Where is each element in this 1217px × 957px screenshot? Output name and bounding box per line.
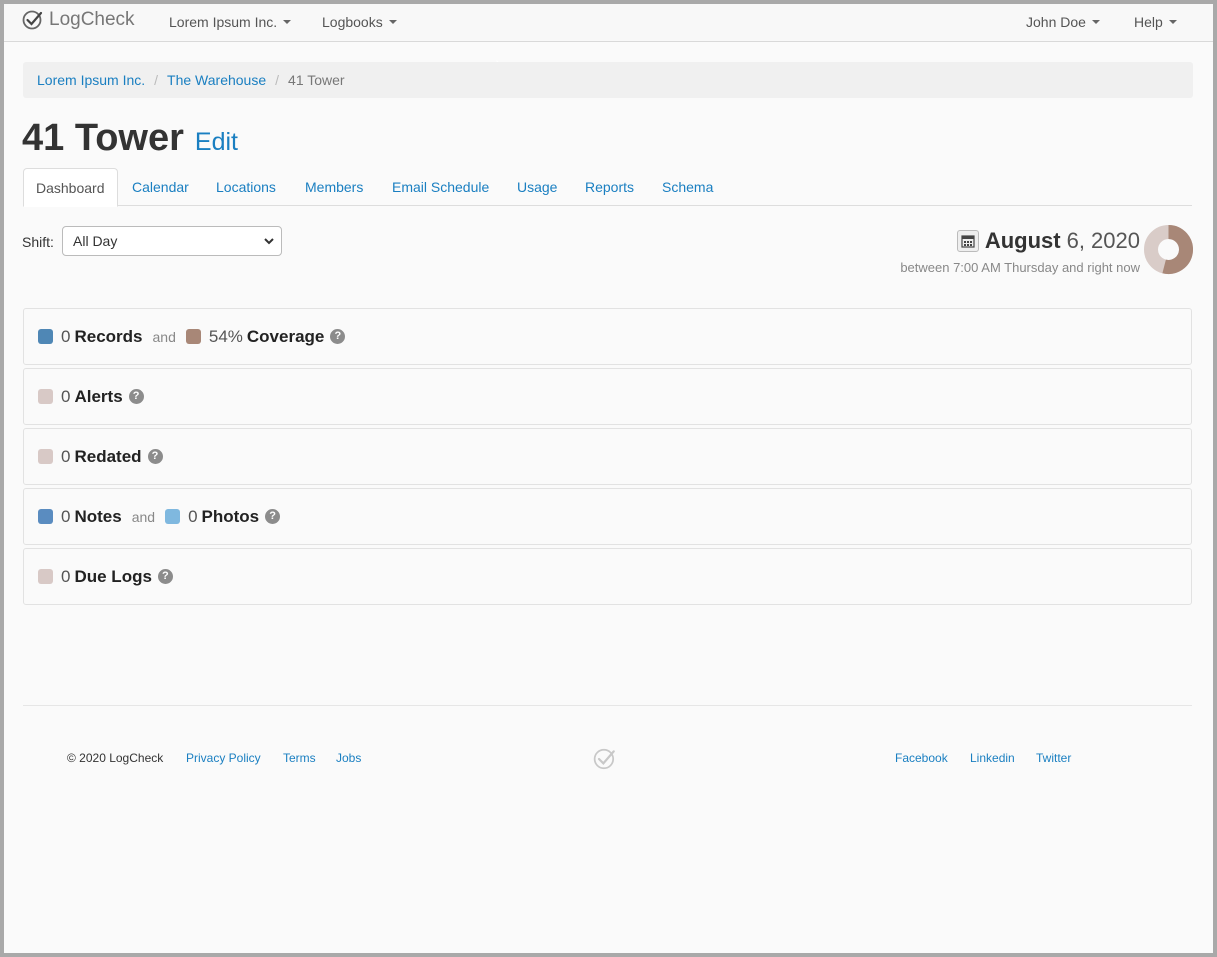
redated-swatch bbox=[38, 449, 53, 464]
coverage-value: 54% bbox=[208, 326, 243, 346]
shift-label: Shift: bbox=[22, 234, 54, 250]
redated-label: Redated bbox=[74, 446, 142, 466]
tab-usage[interactable]: Usage bbox=[505, 168, 569, 206]
shift-selected-value: All Day bbox=[73, 233, 118, 249]
and-text: and bbox=[152, 328, 176, 345]
coverage-label: Coverage bbox=[246, 326, 325, 346]
records-count: 0 bbox=[61, 326, 71, 346]
due-logs-label: Due Logs bbox=[74, 566, 152, 586]
coverage-donut-chart bbox=[1144, 225, 1193, 274]
breadcrumb: Lorem Ipsum Inc. / The Warehouse / 41 To… bbox=[23, 62, 1193, 98]
redated-count: 0 bbox=[61, 446, 71, 466]
records-panel[interactable]: 0 Records and 54% Coverage ? bbox=[23, 308, 1192, 365]
caret-down-icon bbox=[1091, 20, 1100, 24]
shift-select[interactable]: All Day bbox=[62, 226, 282, 256]
calendar-icon[interactable] bbox=[956, 230, 979, 252]
coverage-swatch bbox=[185, 329, 201, 344]
help-icon[interactable]: ? bbox=[330, 329, 346, 344]
caret-down-icon bbox=[388, 20, 397, 24]
tab-members[interactable]: Members bbox=[293, 168, 375, 206]
copyright-text: © 2020 LogCheck bbox=[67, 751, 164, 765]
breadcrumb-separator: / bbox=[275, 72, 280, 88]
due-logs-panel[interactable]: 0 Due Logs ? bbox=[23, 548, 1192, 605]
alerts-count: 0 bbox=[61, 386, 71, 406]
page-header: 41 Tower Edit bbox=[22, 117, 238, 160]
chevron-down-icon bbox=[264, 238, 274, 245]
breadcrumb-current: 41 Tower bbox=[288, 72, 345, 88]
jobs-link[interactable]: Jobs bbox=[336, 751, 361, 765]
logbooks-menu-label: Logbooks bbox=[322, 14, 383, 30]
terms-link[interactable]: Terms bbox=[283, 751, 316, 765]
help-menu[interactable]: Help bbox=[1134, 14, 1177, 30]
page-title: 41 Tower bbox=[22, 117, 184, 159]
footer-logo-icon bbox=[593, 748, 615, 770]
tab-bar: Dashboard Calendar Locations Members Ema… bbox=[23, 168, 1192, 207]
footer-divider bbox=[23, 705, 1192, 706]
footer-copyright: © 2020 LogCheck bbox=[67, 751, 163, 765]
help-menu-label: Help bbox=[1134, 14, 1163, 30]
org-menu-label: Lorem Ipsum Inc. bbox=[169, 14, 278, 30]
tab-schema[interactable]: Schema bbox=[650, 168, 725, 206]
check-circle-icon bbox=[22, 10, 43, 30]
org-menu[interactable]: Lorem Ipsum Inc. bbox=[169, 14, 292, 30]
photos-label: Photos bbox=[201, 506, 260, 526]
tab-locations[interactable]: Locations bbox=[204, 168, 288, 206]
notes-panel[interactable]: 0 Notes and 0 Photos ? bbox=[23, 488, 1192, 545]
date-summary: August 6, 2020 between 7:00 AM Thursday … bbox=[900, 228, 1140, 275]
brand-name: LogCheck bbox=[49, 9, 135, 30]
date-range-subtitle: between 7:00 AM Thursday and right now bbox=[900, 260, 1140, 275]
tab-calendar[interactable]: Calendar bbox=[120, 168, 201, 206]
facebook-link[interactable]: Facebook bbox=[895, 751, 948, 765]
alerts-panel[interactable]: 0 Alerts ? bbox=[23, 368, 1192, 425]
help-icon[interactable]: ? bbox=[128, 389, 144, 404]
twitter-link[interactable]: Twitter bbox=[1036, 751, 1071, 765]
breadcrumb-separator: / bbox=[154, 72, 159, 88]
notes-label: Notes bbox=[74, 506, 122, 526]
tab-email-schedule[interactable]: Email Schedule bbox=[380, 168, 501, 206]
notes-count: 0 bbox=[61, 506, 71, 526]
records-label: Records bbox=[74, 326, 143, 346]
records-swatch bbox=[38, 329, 53, 344]
help-icon[interactable]: ? bbox=[147, 449, 163, 464]
help-icon[interactable]: ? bbox=[265, 509, 281, 524]
photos-count: 0 bbox=[188, 506, 198, 526]
user-menu[interactable]: John Doe bbox=[1026, 14, 1100, 30]
tab-reports[interactable]: Reports bbox=[573, 168, 646, 206]
breadcrumb-org[interactable]: Lorem Ipsum Inc. bbox=[37, 72, 145, 88]
date-month: August bbox=[984, 228, 1061, 253]
privacy-policy-link[interactable]: Privacy Policy bbox=[186, 751, 261, 765]
redated-panel[interactable]: 0 Redated ? bbox=[23, 428, 1192, 485]
logbooks-menu[interactable]: Logbooks bbox=[322, 14, 397, 30]
photos-swatch bbox=[165, 509, 181, 524]
notes-swatch bbox=[38, 509, 53, 524]
date-day-year: 6, 2020 bbox=[1066, 228, 1140, 253]
due-logs-count: 0 bbox=[61, 566, 71, 586]
caret-down-icon bbox=[283, 20, 292, 24]
due-logs-swatch bbox=[38, 569, 53, 584]
top-navbar: LogCheck Lorem Ipsum Inc. Logbooks John … bbox=[4, 4, 1213, 42]
tab-dashboard[interactable]: Dashboard bbox=[23, 168, 118, 207]
alerts-swatch bbox=[38, 389, 53, 404]
user-menu-label: John Doe bbox=[1026, 14, 1086, 30]
help-icon[interactable]: ? bbox=[157, 569, 173, 584]
and-text: and bbox=[131, 508, 156, 525]
linkedin-link[interactable]: Linkedin bbox=[970, 751, 1015, 765]
brand-logo[interactable]: LogCheck bbox=[22, 9, 135, 31]
caret-down-icon bbox=[1168, 20, 1177, 24]
edit-link[interactable]: Edit bbox=[195, 128, 238, 157]
alerts-label: Alerts bbox=[74, 386, 123, 406]
breadcrumb-site[interactable]: The Warehouse bbox=[167, 72, 266, 88]
